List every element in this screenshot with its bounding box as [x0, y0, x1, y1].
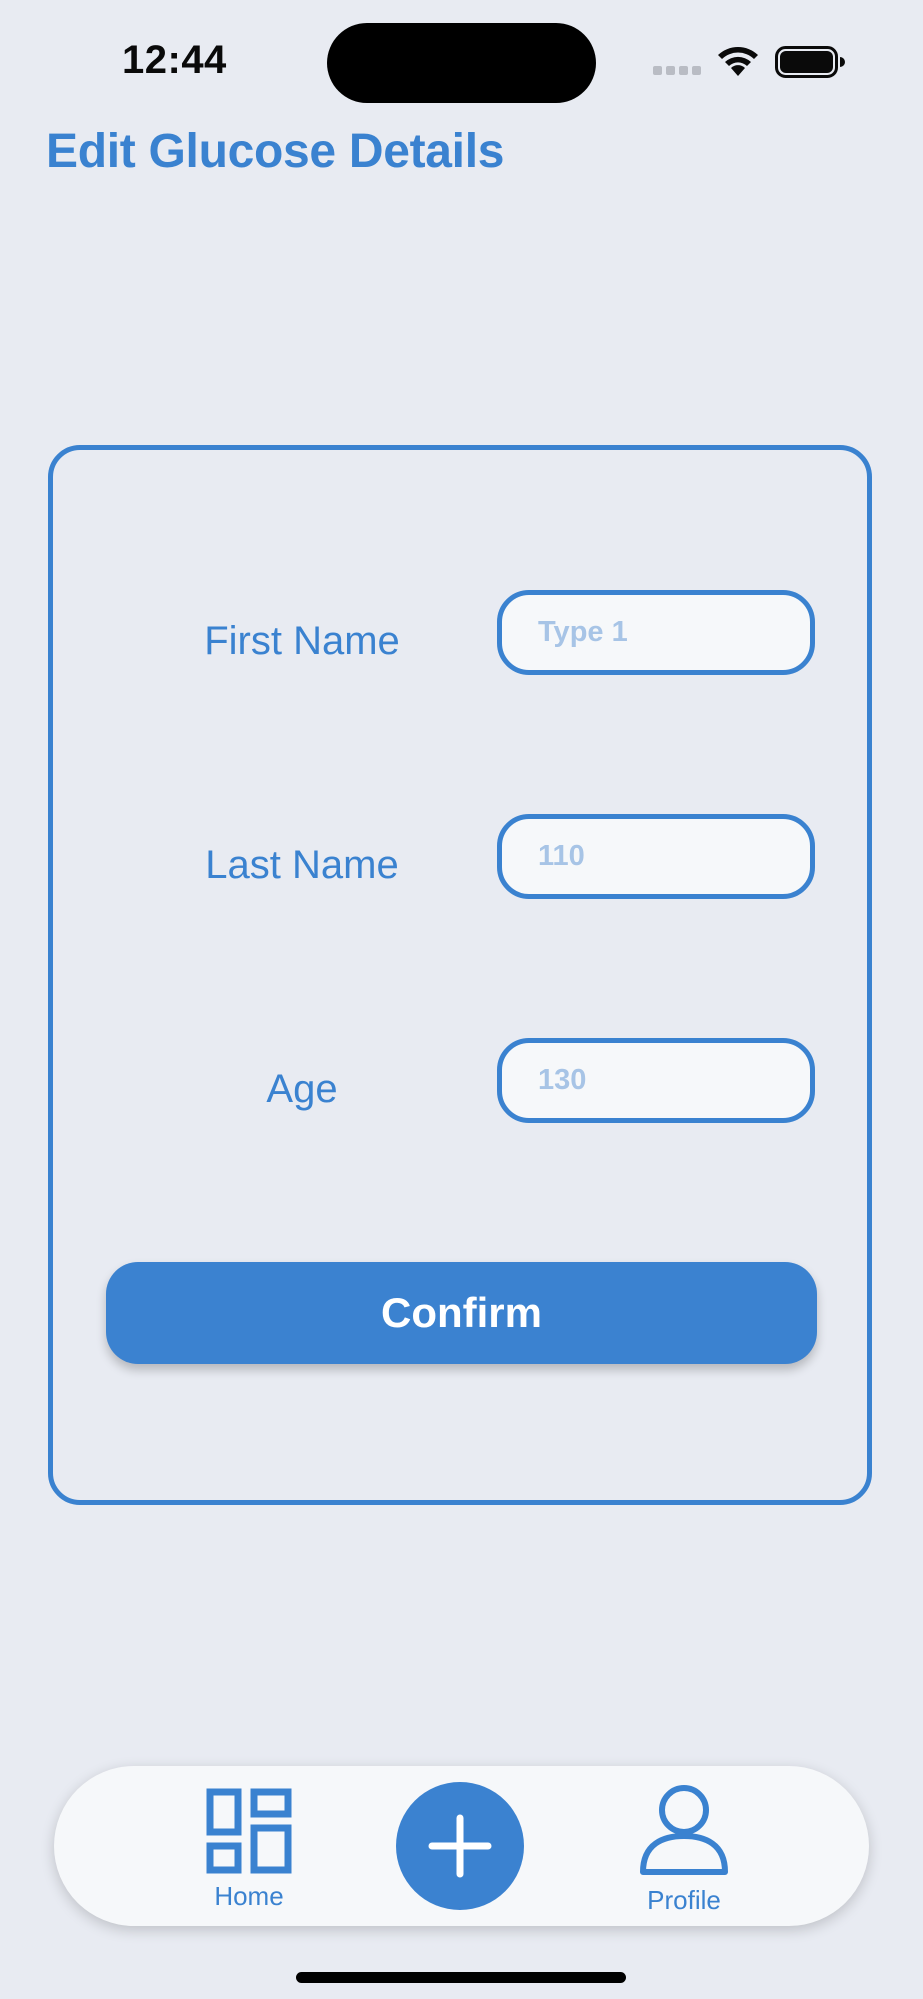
first-name-input[interactable]	[497, 590, 815, 675]
battery-icon	[775, 46, 845, 78]
status-bar: 12:44	[0, 0, 923, 120]
dashboard-icon	[206, 1788, 292, 1874]
tab-profile-label: Profile	[647, 1885, 721, 1915]
status-time: 12:44	[122, 38, 227, 82]
tab-home-label: Home	[214, 1881, 284, 1911]
tab-home[interactable]: Home	[184, 1788, 314, 1912]
page-title: Edit Glucose Details	[46, 125, 505, 178]
tab-profile[interactable]: Profile	[619, 1784, 749, 1916]
age-label: Age	[266, 1067, 338, 1111]
first-name-label: First Name	[204, 619, 400, 663]
age-input[interactable]	[497, 1038, 815, 1123]
plus-icon	[428, 1814, 492, 1878]
person-icon	[640, 1785, 728, 1875]
home-indicator	[296, 1972, 626, 1983]
confirm-button[interactable]: Confirm	[106, 1262, 817, 1364]
tab-bar: Home Profile	[54, 1766, 869, 1926]
wifi-icon	[718, 47, 758, 76]
last-name-label: Last Name	[205, 843, 399, 887]
last-name-input[interactable]	[497, 814, 815, 899]
add-button[interactable]	[396, 1782, 524, 1910]
dynamic-island	[327, 23, 596, 103]
cellular-signal-icon	[653, 66, 703, 76]
